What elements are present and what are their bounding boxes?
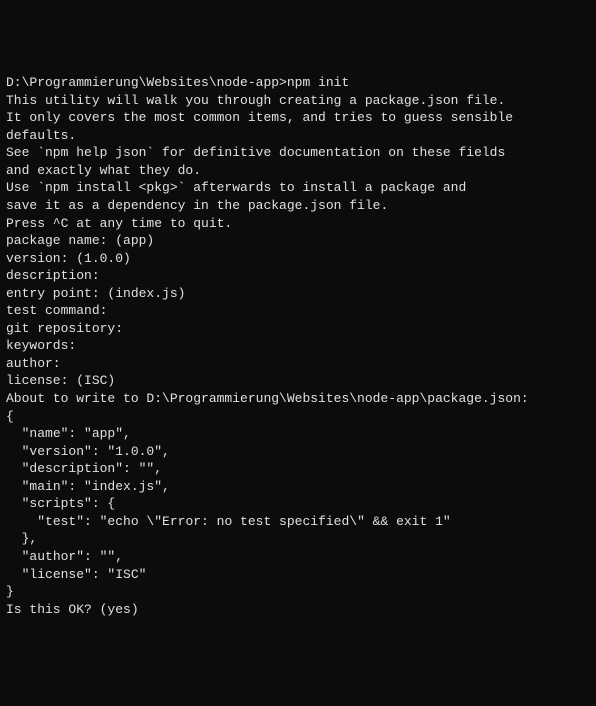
prompt-is-ok[interactable]: Is this OK? (yes): [6, 601, 590, 619]
prompt-version[interactable]: version: (1.0.0): [6, 250, 590, 268]
prompt-keywords[interactable]: keywords:: [6, 337, 590, 355]
json-line: }: [6, 583, 590, 601]
json-line: "test": "echo \"Error: no test specified…: [6, 513, 590, 531]
terminal-command: npm init: [287, 75, 349, 90]
prompt-author[interactable]: author:: [6, 355, 590, 373]
json-line: "scripts": {: [6, 495, 590, 513]
output-line: About to write to D:\Programmierung\Webs…: [6, 390, 590, 408]
json-line: },: [6, 530, 590, 548]
json-line: {: [6, 408, 590, 426]
terminal-prompt-line[interactable]: D:\Programmierung\Websites\node-app>npm …: [6, 74, 590, 92]
json-line: "author": "",: [6, 548, 590, 566]
json-line: "license": "ISC": [6, 566, 590, 584]
prompt-package-name[interactable]: package name: (app): [6, 232, 590, 250]
output-line: save it as a dependency in the package.j…: [6, 197, 590, 215]
output-line: It only covers the most common items, an…: [6, 109, 590, 144]
output-line: See `npm help json` for definitive docum…: [6, 144, 590, 162]
prompt-git-repository[interactable]: git repository:: [6, 320, 590, 338]
json-line: "name": "app",: [6, 425, 590, 443]
prompt-description[interactable]: description:: [6, 267, 590, 285]
prompt-test-command[interactable]: test command:: [6, 302, 590, 320]
json-line: "version": "1.0.0",: [6, 443, 590, 461]
output-line: Press ^C at any time to quit.: [6, 215, 590, 233]
json-line: "description": "",: [6, 460, 590, 478]
output-line: This utility will walk you through creat…: [6, 92, 590, 110]
output-line: and exactly what they do.: [6, 162, 590, 180]
terminal-prompt: D:\Programmierung\Websites\node-app>: [6, 75, 287, 90]
prompt-entry-point[interactable]: entry point: (index.js): [6, 285, 590, 303]
prompt-license[interactable]: license: (ISC): [6, 372, 590, 390]
output-line: Use `npm install <pkg>` afterwards to in…: [6, 179, 590, 197]
json-line: "main": "index.js",: [6, 478, 590, 496]
